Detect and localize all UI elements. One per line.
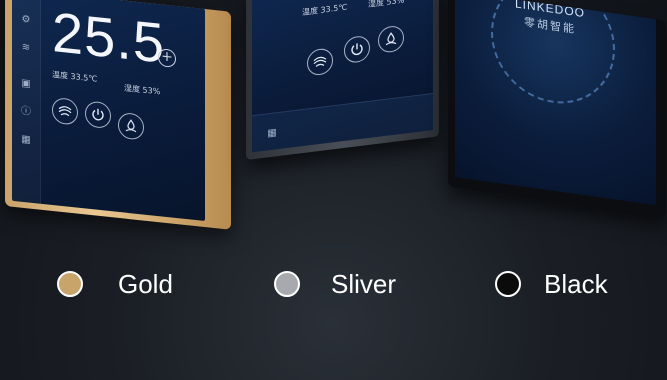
dehumidify-icon [125,119,137,133]
color-label: Gold [118,269,173,299]
dehumidify-button[interactable] [378,24,404,54]
product-showcase: ⚙ ≋ ▣ ⓘ ▦ 25.5 + 温度 33.5℃ 湿度 53% 温度 33.5… [0,0,667,380]
color-label: Black [544,269,608,299]
fan-mode-icon [313,56,327,67]
black-swatch [495,271,521,297]
temp-reading: 温度 33.5℃ [52,69,98,84]
fan-mode-button[interactable] [307,47,333,77]
power-icon [92,108,104,121]
humidity-reading: 湿度 53% [368,0,405,10]
power-icon [351,43,363,56]
gold-swatch [57,271,83,297]
temp-reading: 温度 33.5℃ [302,2,348,18]
grid-icon[interactable]: ▦ [20,134,32,147]
silver-screen: 温度 33.5℃ 湿度 53% ▦ [252,0,433,153]
black-panel: LINKEDOO 零胡智能 [448,0,666,217]
side-rail: ⚙ ≋ ▣ ⓘ ▦ [12,0,41,204]
lock-icon[interactable]: ▣ [20,78,32,91]
power-button[interactable] [85,100,111,130]
info-icon[interactable]: ⓘ [20,106,32,119]
dehumidify-icon [385,32,397,46]
wifi-icon[interactable]: ≋ [20,42,32,55]
settings-icon[interactable]: ⚙ [20,14,32,27]
gold-screen: ⚙ ≋ ▣ ⓘ ▦ 25.5 + 温度 33.5℃ 湿度 53% [12,0,205,222]
power-button[interactable] [344,34,370,64]
silver-swatch [274,271,300,297]
grid-icon[interactable]: ▦ [266,127,278,140]
fan-mode-button[interactable] [52,96,78,126]
temperature-display: 25.5 [52,0,165,75]
dehumidify-button[interactable] [118,111,144,141]
color-label: Sliver [331,269,397,299]
fan-mode-icon [58,106,72,117]
humidity-reading: 湿度 53% [124,83,161,97]
black-screen: LINKEDOO 零胡智能 [455,0,656,206]
gold-panel: ⚙ ≋ ▣ ⓘ ▦ 25.5 + 温度 33.5℃ 湿度 53% [5,0,231,230]
silver-panel: 温度 33.5℃ 湿度 53% ▦ [246,0,439,160]
